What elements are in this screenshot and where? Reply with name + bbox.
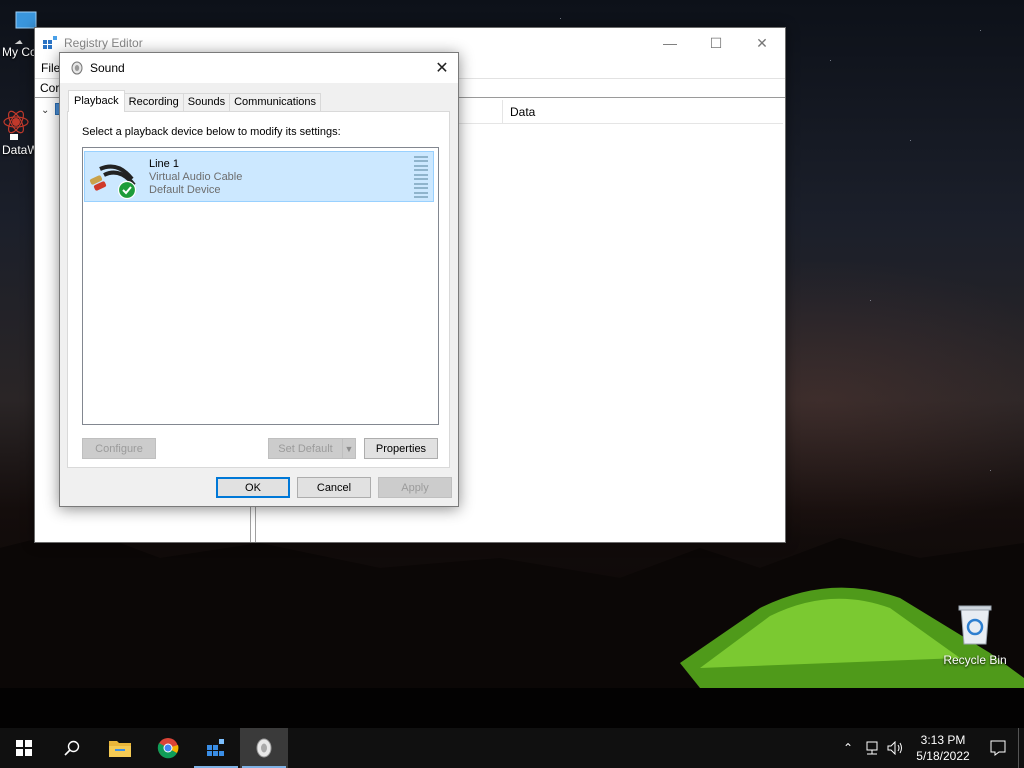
tab-playback[interactable]: Playback (68, 90, 125, 112)
device-text: Line 1 Virtual Audio Cable Default Devic… (149, 158, 242, 197)
clock-time: 3:13 PM (920, 733, 966, 747)
default-check-icon (117, 180, 137, 199)
device-status: Default Device (149, 184, 221, 196)
network-icon[interactable] (860, 728, 884, 768)
tab-sounds[interactable]: Sounds (182, 93, 231, 111)
taskbar-file-explorer[interactable] (96, 728, 144, 768)
playback-panel: Select a playback device below to modify… (67, 111, 450, 468)
registry-editor-icon (207, 739, 224, 756)
show-desktop-button[interactable] (1018, 728, 1024, 768)
device-list[interactable]: Line 1 Virtual Audio Cable Default Devic… (82, 147, 439, 425)
show-hidden-icons-icon[interactable]: ⌃ (836, 728, 860, 768)
device-description: Virtual Audio Cable (149, 171, 243, 183)
configure-button[interactable]: Configure (82, 438, 156, 459)
cancel-button[interactable]: Cancel (297, 477, 371, 498)
taskbar-registry-editor[interactable] (192, 728, 240, 768)
sound-dialog[interactable]: Sound ✕ Playback Recording Sounds Commun… (59, 52, 459, 507)
taskbar: ⌃ 3:13 PM 5/18/2022 (0, 728, 1024, 768)
address-text: Cor (40, 81, 60, 95)
tab-recording[interactable]: Recording (123, 93, 184, 111)
computer-icon (12, 11, 37, 46)
set-default-button[interactable]: Set Default (268, 438, 343, 459)
sound-icon (256, 738, 272, 758)
speaker-icon (71, 61, 83, 75)
expand-chevron-icon[interactable]: ⌄ (41, 105, 49, 116)
device-name: Line 1 (149, 158, 179, 170)
desktop-icon-label: Recycle Bin (943, 653, 1007, 667)
sound-dialog-title: Sound (90, 61, 125, 75)
search-icon (64, 740, 80, 756)
start-icon (16, 740, 32, 756)
clock[interactable]: 3:13 PM 5/18/2022 (908, 732, 978, 764)
set-default-dropdown-icon[interactable]: ▼ (342, 438, 356, 459)
file-explorer-icon (109, 741, 131, 757)
volume-icon[interactable] (884, 728, 908, 768)
ok-button[interactable]: OK (216, 477, 290, 498)
action-center-button[interactable] (978, 728, 1018, 768)
clock-date: 5/18/2022 (916, 749, 970, 763)
instruction-text: Select a playback device below to modify… (82, 126, 341, 138)
volume-meter (414, 156, 428, 198)
menu-file[interactable]: File (41, 61, 60, 75)
start-button[interactable] (0, 728, 48, 768)
recycle-bin-icon (958, 605, 992, 645)
tab-communications[interactable]: Communications (229, 93, 322, 111)
tab-strip: Playback Recording Sounds Communications (68, 90, 322, 112)
desktop-icon-recycle-bin[interactable]: Recycle Bin (937, 602, 1013, 667)
column-header-data[interactable]: Data (502, 100, 535, 124)
taskbar-chrome[interactable] (144, 728, 192, 768)
apply-button[interactable]: Apply (378, 477, 452, 498)
registry-editor-title: Registry Editor (64, 36, 143, 50)
maximize-button[interactable]: ☐ (693, 28, 739, 58)
dialog-close-button[interactable]: ✕ (426, 53, 458, 83)
chrome-icon (157, 738, 179, 759)
sound-dialog-titlebar[interactable]: Sound (60, 53, 458, 83)
properties-button[interactable]: Properties (364, 438, 438, 459)
notification-icon (990, 740, 1006, 756)
device-item[interactable]: Line 1 Virtual Audio Cable Default Devic… (84, 151, 434, 202)
registry-editor-icon (43, 36, 57, 49)
taskbar-sound[interactable] (240, 728, 288, 768)
system-tray: ⌃ 3:13 PM 5/18/2022 (836, 728, 1024, 768)
molecule-icon (3, 110, 29, 140)
search-button[interactable] (48, 728, 96, 768)
close-button[interactable]: ✕ (739, 28, 785, 58)
minimize-button[interactable]: — (647, 28, 693, 58)
audio-cable-icon (89, 164, 137, 199)
